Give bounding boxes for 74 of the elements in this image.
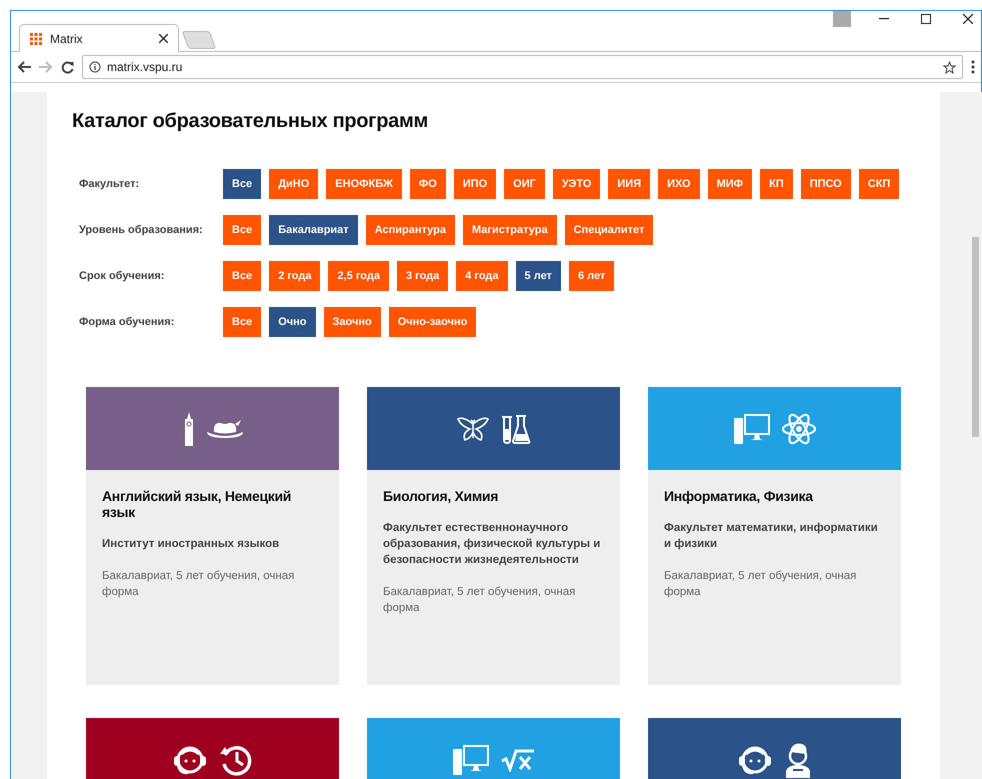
address-bar[interactable]: matrix.vspu.ru bbox=[82, 55, 963, 79]
filter-option[interactable]: Все bbox=[223, 215, 262, 245]
card-header[interactable] bbox=[86, 718, 339, 779]
card-body[interactable]: Биология, Химия Факультет естественнонаучного образования, физической культуры и безопасности жизнедеятельности Бакалавриат, 5 лет обучения, очная форма bbox=[367, 470, 620, 685]
program-details: Бакалавриат, 5 лет обучения, очная форма bbox=[664, 569, 858, 600]
filter-option[interactable]: Аспирантура bbox=[366, 215, 455, 245]
filter-option[interactable]: 3 года bbox=[396, 261, 448, 291]
filter-option[interactable]: ППСО bbox=[800, 169, 851, 199]
page-title: Каталог образовательных программ bbox=[72, 110, 429, 133]
square-root-icon bbox=[500, 748, 534, 772]
filter-option[interactable]: ИИЯ bbox=[608, 169, 650, 199]
close-tab-icon[interactable] bbox=[159, 34, 168, 43]
filter-option[interactable]: Специалитет bbox=[564, 215, 654, 245]
filter-option[interactable]: Все bbox=[223, 307, 262, 337]
flask-icon bbox=[500, 414, 530, 444]
filter-option[interactable]: Заочно bbox=[324, 307, 381, 337]
filter-option[interactable]: Очно bbox=[269, 307, 316, 337]
grid-icon bbox=[30, 32, 42, 44]
menu-icon[interactable] bbox=[971, 60, 975, 74]
filter-option[interactable]: Магистратура bbox=[462, 215, 557, 245]
filter-label: Факультет: bbox=[79, 178, 140, 190]
filter-option[interactable]: 5 лет bbox=[516, 261, 561, 291]
filter-option[interactable]: 2,5 года bbox=[328, 261, 389, 291]
filter-option[interactable]: ФО bbox=[410, 169, 446, 199]
filter-option[interactable]: 6 лет bbox=[568, 261, 614, 291]
filter-option[interactable]: ДиНО bbox=[269, 169, 318, 199]
filter-option[interactable]: 4 года bbox=[456, 261, 508, 291]
card-title: Биология, Химия bbox=[383, 488, 500, 504]
atom-icon bbox=[782, 412, 816, 446]
card-body[interactable]: Английский язык, Немецкий язык Институт иностранных языков Бакалавриат, 5 лет обучения, очная форма bbox=[86, 470, 339, 685]
filter-option[interactable]: КП bbox=[760, 169, 793, 199]
minimize-icon[interactable] bbox=[879, 18, 889, 20]
maximize-icon[interactable] bbox=[921, 14, 931, 24]
filter-option[interactable]: СКП bbox=[858, 169, 900, 199]
filter-label: Срок обучения: bbox=[79, 270, 166, 282]
info-icon[interactable] bbox=[89, 61, 101, 73]
tower-icon bbox=[182, 412, 194, 446]
faculty-name: Институт иностранных языков bbox=[102, 537, 280, 552]
card-header[interactable] bbox=[86, 387, 339, 470]
filter-option[interactable]: ИПО bbox=[454, 169, 496, 199]
computer-icon bbox=[452, 744, 488, 774]
filter-option[interactable]: Все bbox=[223, 261, 262, 291]
program-details: Бакалавриат, 5 лет обучения, очная форма bbox=[102, 569, 296, 600]
filter-option[interactable]: Все bbox=[223, 169, 262, 199]
close-icon[interactable] bbox=[963, 14, 973, 24]
card-title: Информатика, Физика bbox=[664, 488, 814, 504]
star-icon[interactable] bbox=[943, 60, 956, 74]
butterfly-icon bbox=[456, 416, 488, 442]
faculty-name: Факультет естественнонаучного образования, физической культуры и безопасности жизнедеятельности bbox=[383, 521, 602, 568]
filter-option[interactable]: ИХО bbox=[658, 169, 700, 199]
filter-option[interactable]: Очно-заочно bbox=[388, 307, 476, 337]
filter-label: Уровень образования: bbox=[79, 224, 204, 236]
hat-icon bbox=[206, 420, 242, 438]
card-header[interactable] bbox=[367, 387, 620, 470]
back-icon[interactable] bbox=[17, 61, 31, 73]
browser-tab[interactable]: Matrix bbox=[19, 24, 179, 52]
filter-option[interactable]: МИФ bbox=[708, 169, 752, 199]
filter-option[interactable]: ОИГ bbox=[504, 169, 545, 199]
computer-icon bbox=[734, 414, 770, 444]
card-title: Английский язык, Немецкий язык bbox=[102, 488, 292, 520]
reload-icon[interactable] bbox=[61, 60, 74, 74]
url-text: matrix.vspu.ru bbox=[107, 60, 184, 74]
program-details: Бакалавриат, 5 лет обучения, очная форма bbox=[383, 585, 576, 616]
faculty-name: Факультет математики, информатики и физики bbox=[664, 521, 879, 552]
filter-option[interactable]: 2 года bbox=[269, 261, 320, 291]
card-body[interactable]: Информатика, Физика Факультет математики, информатики и физики Бакалавриат, 5 лет обучения, очная форма bbox=[648, 470, 901, 685]
filter-option[interactable]: ЕНОФКБЖ bbox=[326, 169, 402, 199]
tab-title: Matrix bbox=[50, 32, 84, 46]
filter-option[interactable]: Бакалавриат bbox=[269, 215, 358, 245]
scrollbar[interactable] bbox=[972, 237, 979, 437]
card-header[interactable] bbox=[648, 718, 901, 779]
filter-option[interactable]: УЭТО bbox=[552, 169, 600, 199]
filter-label: Форма обучения: bbox=[79, 316, 176, 328]
boy-icon bbox=[784, 742, 812, 778]
